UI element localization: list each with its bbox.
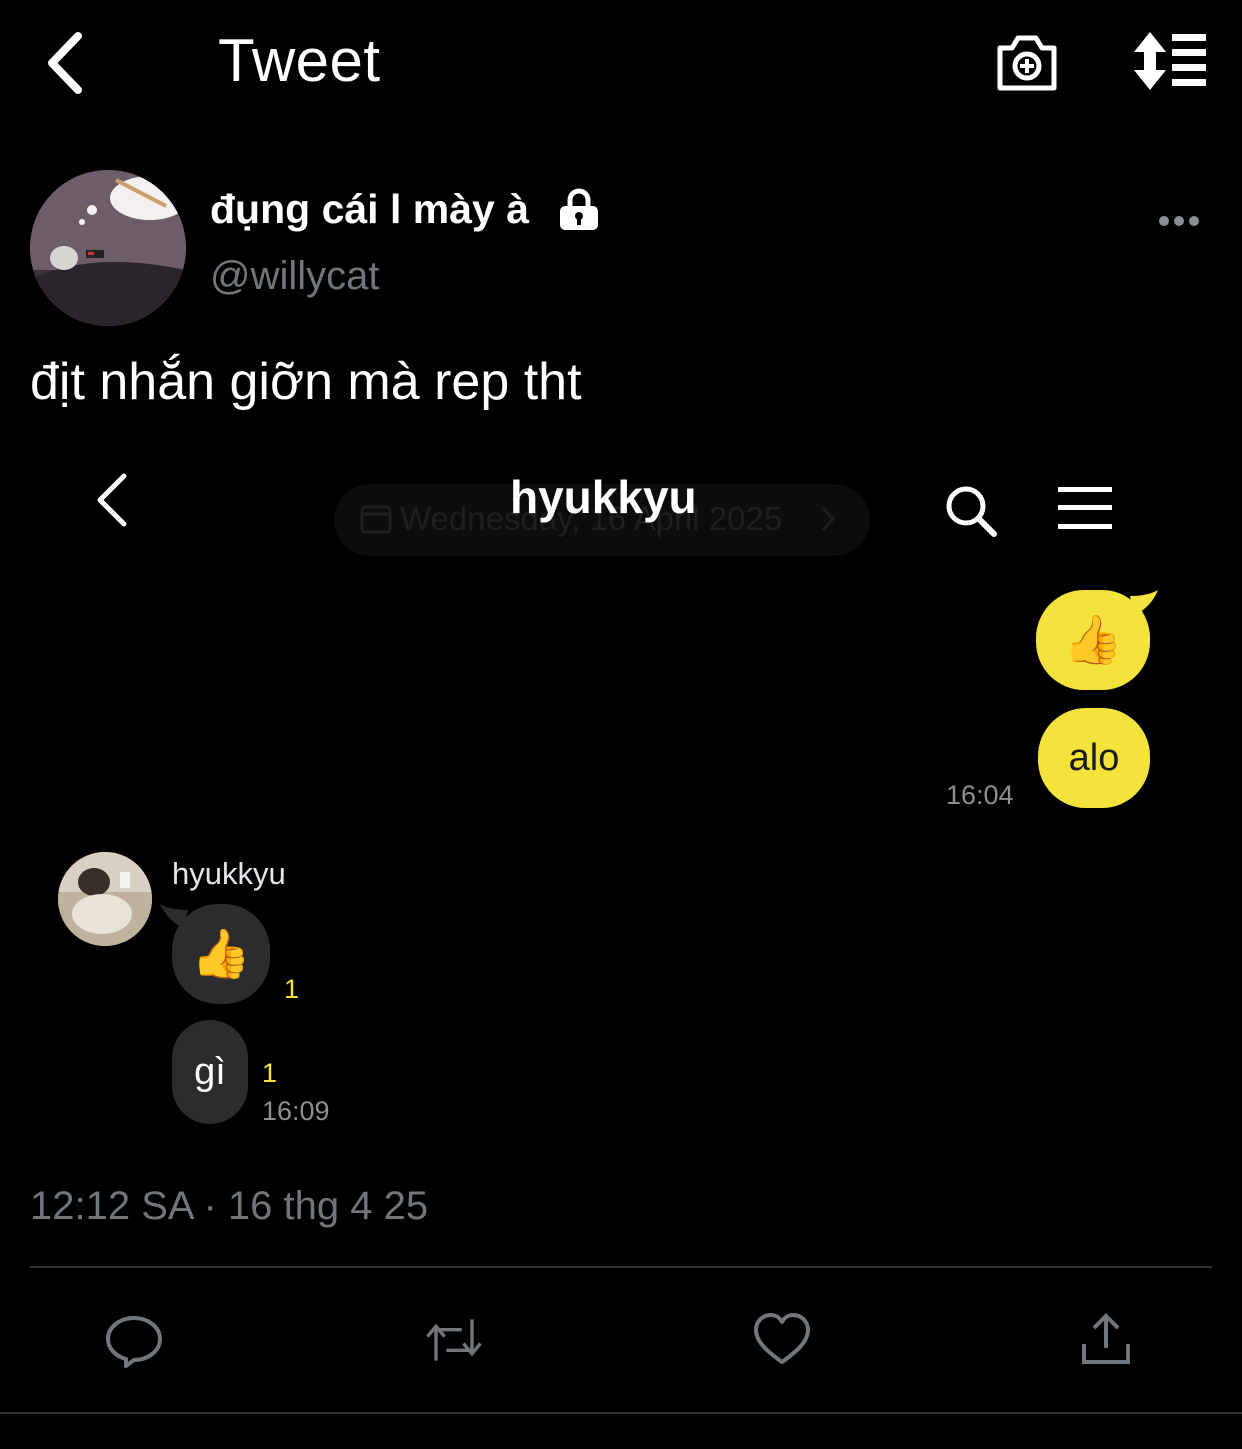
divider <box>30 1266 1212 1268</box>
back-icon[interactable] <box>40 28 100 98</box>
menu-icon[interactable] <box>1056 486 1114 530</box>
reply-icon[interactable] <box>104 1310 164 1370</box>
message-bubble-incoming: gì <box>172 1020 248 1124</box>
chat-back-icon[interactable] <box>92 472 132 528</box>
author-handle[interactable]: @willycat <box>210 254 380 299</box>
message-time: 16:04 <box>946 780 1014 810</box>
unread-count: 1 <box>262 1058 278 1088</box>
chat-title: hyukkyu <box>510 471 697 523</box>
heart-icon[interactable] <box>752 1310 812 1370</box>
sender-name: hyukkyu <box>172 856 286 891</box>
tweet-timestamp: 12:12 SA · 16 thg 4 25 <box>30 1184 429 1228</box>
message-bubble-outgoing: 👍 <box>1036 590 1150 690</box>
sort-icon[interactable] <box>1130 30 1210 92</box>
author-avatar[interactable] <box>30 170 186 326</box>
divider <box>0 1412 1242 1414</box>
search-icon[interactable] <box>944 484 998 538</box>
camera-plus-icon[interactable] <box>994 30 1060 94</box>
author-name[interactable]: đụng cái l mày à <box>210 186 529 233</box>
page-title: Tweet <box>218 27 381 94</box>
retweet-icon[interactable] <box>424 1310 484 1370</box>
share-icon[interactable] <box>1076 1310 1136 1370</box>
lock-icon <box>560 188 598 230</box>
more-horizontal-icon[interactable] <box>1158 214 1200 228</box>
tweet-text: địt nhắn giỡn mà rep tht <box>30 353 582 411</box>
unread-count: 1 <box>284 974 300 1004</box>
message-bubble-outgoing: alo <box>1038 708 1150 808</box>
friend-avatar <box>58 852 152 946</box>
chevron-right-icon <box>821 506 836 532</box>
message-time: 16:09 <box>262 1096 330 1126</box>
message-bubble-incoming: 👍 <box>172 904 270 1004</box>
calendar-icon <box>360 505 392 534</box>
